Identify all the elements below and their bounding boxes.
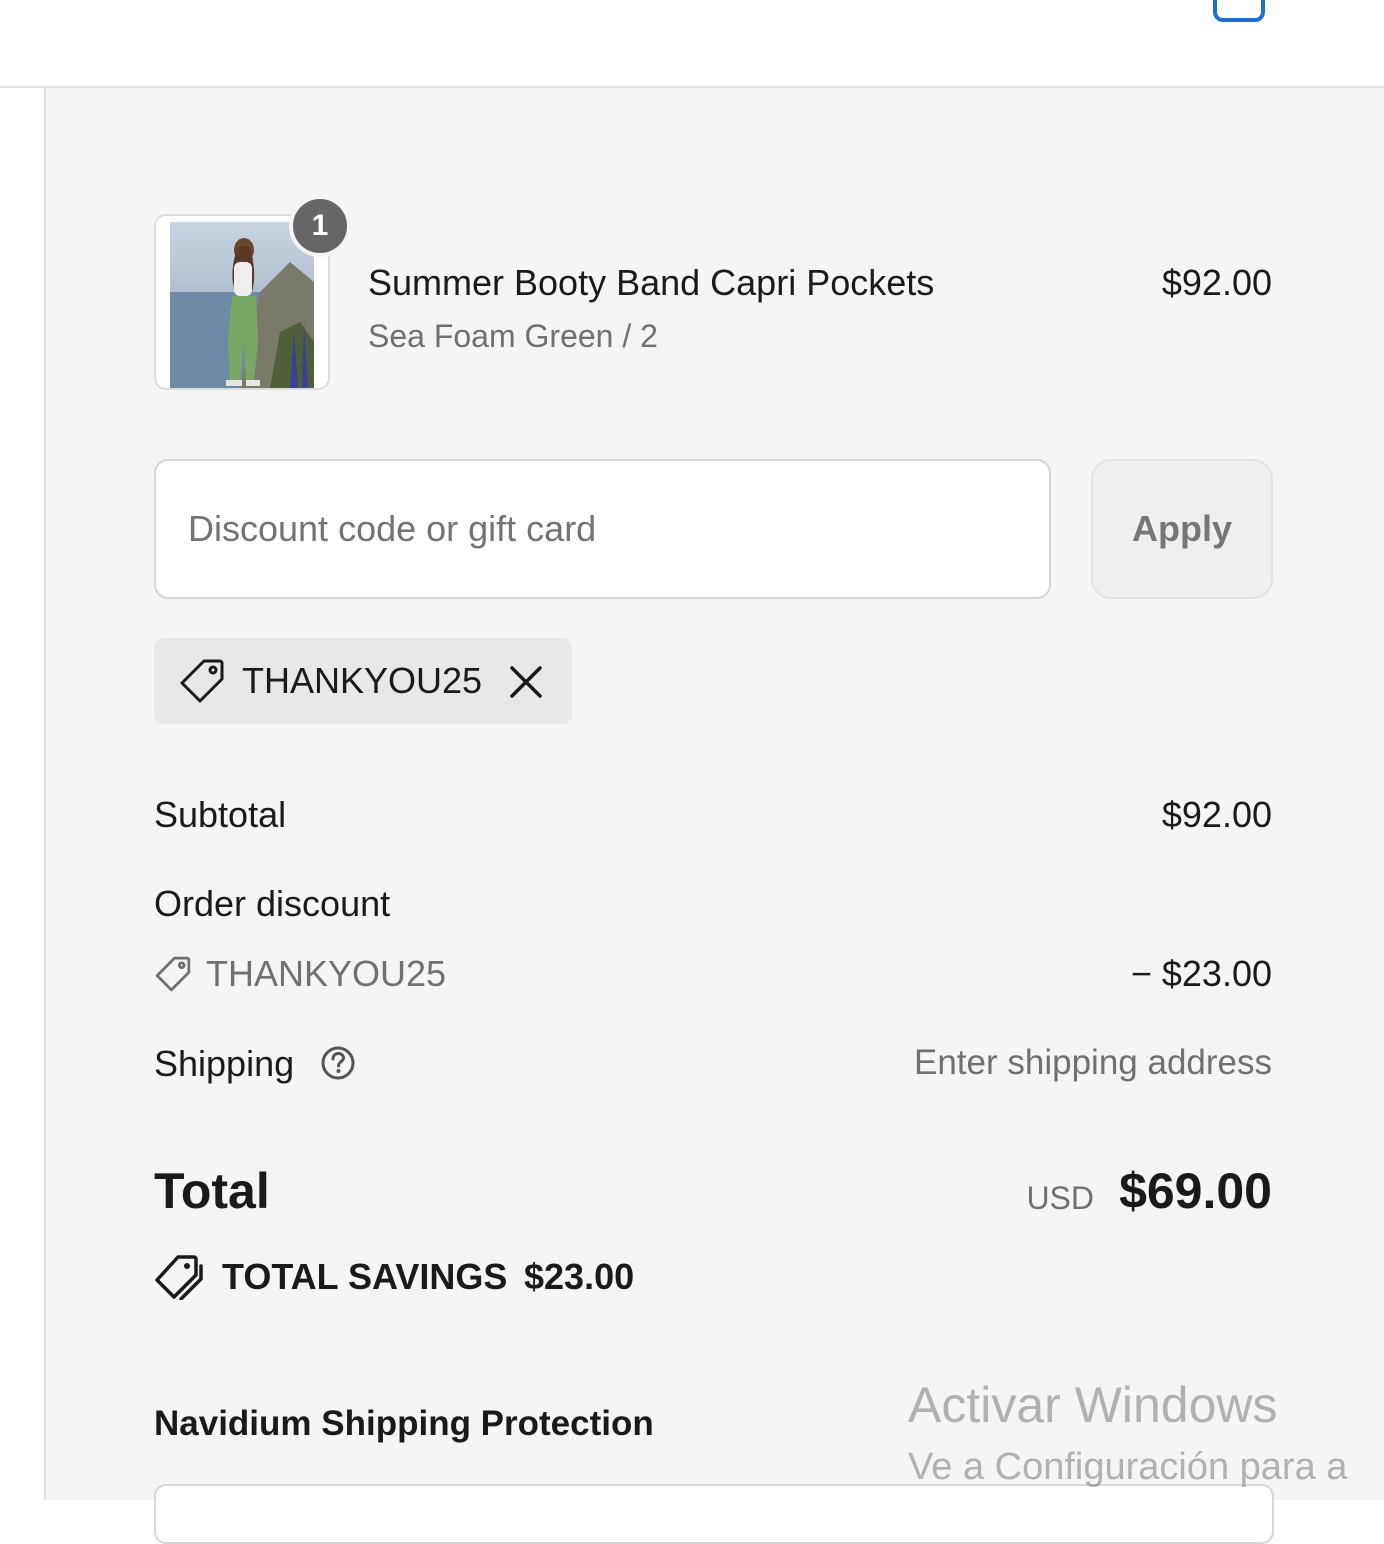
cart-icon[interactable] <box>1212 0 1266 24</box>
order-discount-value: − $23.00 <box>1130 953 1272 994</box>
total-savings-value: $23.00 <box>524 1256 635 1297</box>
windows-activation-title: Activar Windows <box>908 1377 1278 1433</box>
product-image <box>170 222 314 388</box>
product-price: $92.00 <box>1161 262 1272 303</box>
subtotal-value: $92.00 <box>1161 794 1272 835</box>
order-discount-label: Order discount <box>154 883 391 924</box>
header-bar <box>0 0 1384 88</box>
tag-icon <box>180 659 224 703</box>
discount-code-input[interactable] <box>154 459 1051 599</box>
product-variant: Sea Foam Green / 2 <box>368 318 658 354</box>
question-circle-icon[interactable] <box>320 1045 356 1081</box>
windows-activation-subtitle: Ve a Configuración para a <box>908 1446 1348 1488</box>
applied-discount-code: THANKYOU25 <box>242 660 483 701</box>
applied-discount-chip: THANKYOU25 <box>154 638 572 724</box>
total-savings-label: TOTAL SAVINGS <box>222 1256 508 1297</box>
total-label: Total <box>154 1163 270 1219</box>
quantity-badge: 1 <box>289 195 351 257</box>
product-name: Summer Booty Band Capri Pockets <box>368 262 935 303</box>
subtotal-label: Subtotal <box>154 794 287 835</box>
tag-icon <box>155 956 191 992</box>
close-icon[interactable] <box>506 662 546 702</box>
shipping-label: Shipping <box>154 1043 295 1084</box>
apply-discount-button[interactable]: Apply <box>1091 459 1273 599</box>
shipping-protection-title: Navidium Shipping Protection <box>154 1404 654 1443</box>
tags-icon <box>155 1255 203 1300</box>
shipping-protection-option[interactable] <box>154 1484 1274 1544</box>
order-discount-code: THANKYOU25 <box>206 953 447 994</box>
total-value: $69.00 <box>1119 1163 1272 1219</box>
main-column-edge <box>0 88 46 1500</box>
total-currency: USD <box>1026 1180 1094 1216</box>
shipping-value: Enter shipping address <box>914 1043 1272 1082</box>
